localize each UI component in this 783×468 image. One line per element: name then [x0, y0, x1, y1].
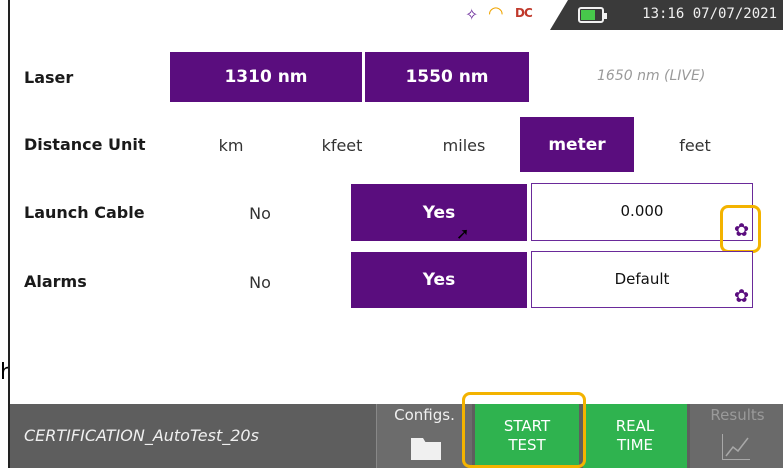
unit-meter-button[interactable]: meter [520, 117, 634, 172]
alarms-no[interactable]: No [240, 273, 280, 292]
bottom-bar: CERTIFICATION_AutoTest_20s Configs. STAR… [10, 404, 783, 468]
launch-cable-yes-button[interactable]: Yes [351, 184, 527, 241]
alarms-gear-icon[interactable]: ✿ [734, 288, 749, 306]
alarms-value-field[interactable]: Default [531, 251, 753, 308]
device-window: h ✧ ◠ DC 13:16 07/07/2021 Laser 1310 nm … [0, 0, 783, 468]
laser-1650-live: 1650 nm (LIVE) [597, 68, 706, 84]
real-time-line2: TIME [616, 436, 653, 454]
real-time-line1: REAL [615, 417, 655, 435]
results-button[interactable]: Results [690, 404, 783, 468]
real-time-button[interactable]: REAL TIME [583, 404, 687, 468]
configs-button[interactable]: Configs. [376, 404, 472, 468]
alarms-label: Alarms [24, 272, 87, 291]
configs-label: Configs. [394, 406, 455, 424]
launch-cable-value: 0.000 [620, 202, 664, 220]
gear-highlight [720, 205, 761, 253]
status-bar: ✧ ◠ DC 13:16 07/07/2021 [10, 0, 783, 30]
unit-feet[interactable]: feet [670, 136, 720, 155]
screen: ✧ ◠ DC 13:16 07/07/2021 Laser 1310 nm 15… [8, 0, 783, 468]
clock: 13:16 07/07/2021 [642, 6, 777, 22]
unit-kfeet[interactable]: kfeet [312, 136, 372, 155]
results-label: Results [710, 406, 765, 424]
laser-label: Laser [24, 68, 74, 87]
dc-icon: DC [515, 6, 533, 20]
start-test-highlight [462, 392, 586, 468]
results-chart-icon [722, 434, 750, 460]
laser-1310-button[interactable]: 1310 nm [170, 52, 362, 102]
unit-km[interactable]: km [206, 136, 256, 155]
frame-edge [0, 0, 8, 468]
wifi-icon: ◠ [488, 3, 504, 24]
unit-miles[interactable]: miles [434, 136, 494, 155]
launch-cable-no[interactable]: No [240, 204, 280, 223]
mouse-cursor-icon: ➚ [456, 224, 470, 243]
laser-1550-button[interactable]: 1550 nm [365, 52, 529, 102]
battery-icon [578, 7, 607, 23]
alarms-value: Default [614, 270, 670, 288]
launch-cable-label: Launch Cable [24, 203, 145, 222]
alarms-yes-button[interactable]: Yes [351, 252, 527, 308]
test-profile-name: CERTIFICATION_AutoTest_20s [24, 426, 259, 445]
distance-unit-label: Distance Unit [24, 135, 146, 154]
wand-icon: ✧ [465, 5, 479, 24]
folder-icon [411, 438, 441, 460]
